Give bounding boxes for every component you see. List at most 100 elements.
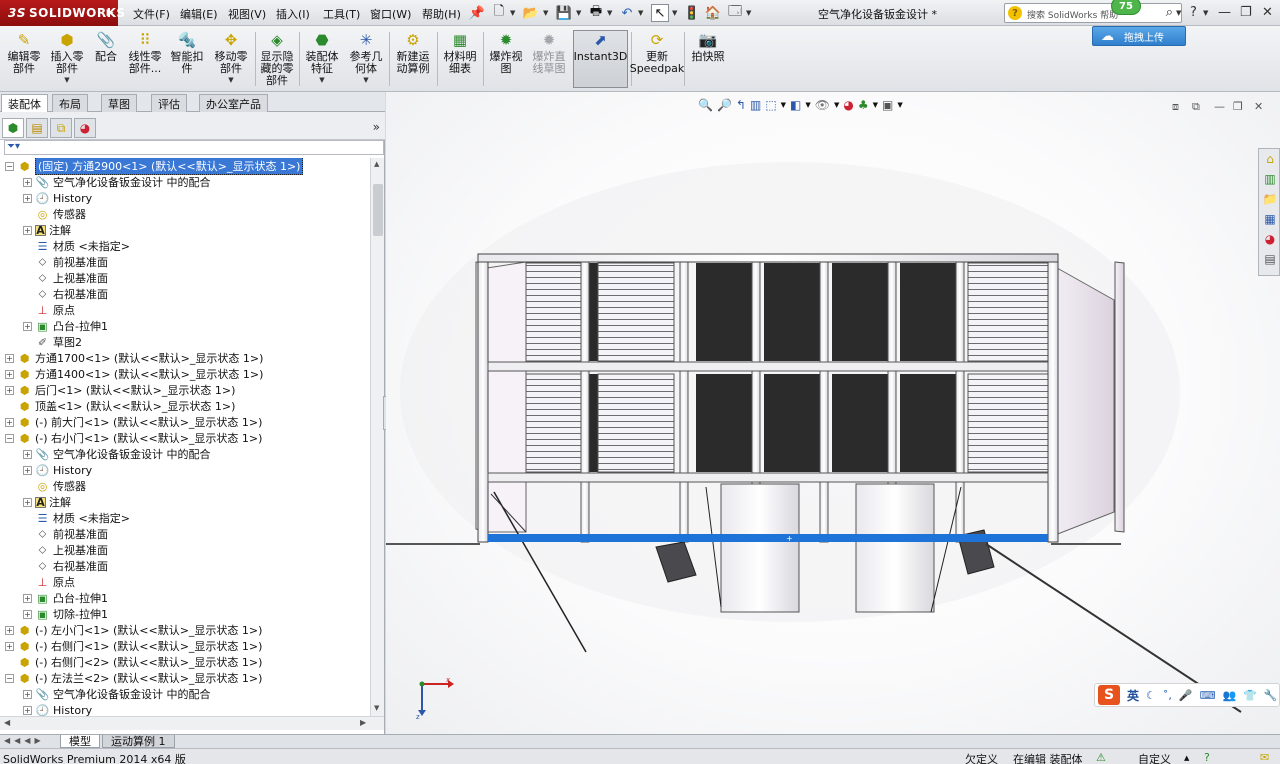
tree-item[interactable]: + A 注解: [23, 494, 71, 510]
tree-item[interactable]: ◎ 传感器: [23, 478, 86, 494]
wrench-icon[interactable]: 🔧: [1264, 689, 1278, 702]
scroll-thumb[interactable]: [373, 184, 383, 236]
instant3d-button[interactable]: ⬈ Instant3D: [574, 30, 628, 63]
tree-expander-icon[interactable]: +: [23, 177, 32, 187]
tree-item[interactable]: + ⬢ (-) 前大门<1> (默认<<默认>_显示状态 1>): [5, 414, 262, 430]
tree-item[interactable]: + ▣ 切除-拉伸1: [23, 606, 108, 622]
shirt-icon[interactable]: 👕: [1243, 689, 1257, 702]
tree-item[interactable]: + ▣ 凸台-拉伸1: [23, 318, 108, 334]
tree-expander-icon[interactable]: +: [23, 497, 32, 507]
tree-item[interactable]: + ⬢ 方通1700<1> (默认<<默认>_显示状态 1>): [5, 350, 263, 366]
new-dropdown-icon[interactable]: ▼: [510, 9, 515, 17]
rebuild-status-icon[interactable]: ⚠: [1096, 751, 1106, 764]
feature-manager-tab-icon[interactable]: ⬢: [2, 118, 24, 138]
tree-item[interactable]: + 🕘 History: [23, 462, 92, 478]
options-dropdown-icon[interactable]: ▼: [746, 9, 751, 17]
moon-icon[interactable]: ☾: [1146, 689, 1156, 702]
tree-item[interactable]: + ⬢ (-) 左小门<1> (默认<<默认>_显示状态 1>): [5, 622, 262, 638]
tree-item[interactable]: − ⬢ (固定) 方通2900<1> (默认<<默认>_显示状态 1>): [5, 158, 304, 175]
expand-panel-icon[interactable]: »: [373, 120, 380, 134]
move-component-button[interactable]: ✥ 移动零 部件 ▼: [210, 30, 252, 84]
tree-item[interactable]: ☰ 材质 <未指定>: [23, 238, 130, 254]
tree-item[interactable]: − ⬢ (-) 左法兰<2> (默认<<默认>_显示状态 1>): [5, 670, 262, 686]
edit-component-button[interactable]: ✎ 编辑零 部件: [5, 30, 43, 75]
linear-pattern-button[interactable]: ⠿ 线性零 部件...: [124, 30, 166, 75]
search-dropdown-icon[interactable]: ▼: [1176, 9, 1181, 17]
open-folder-icon[interactable]: 📂: [522, 4, 540, 22]
help-icon[interactable]: ?: [1190, 5, 1197, 20]
tree-expander-icon[interactable]: +: [23, 449, 32, 459]
minimize-icon[interactable]: —: [1218, 5, 1231, 20]
scroll-down-icon[interactable]: ▼: [374, 704, 379, 712]
tree-item[interactable]: ⬦ 上视基准面: [23, 542, 108, 558]
tree-expander-icon[interactable]: +: [23, 465, 32, 475]
tree-item[interactable]: ✐ 草图2: [23, 334, 82, 350]
selected-beam-highlight[interactable]: +: [488, 534, 1048, 543]
file-explorer-icon[interactable]: 📁: [1262, 191, 1278, 207]
tree-expander-icon[interactable]: −: [5, 161, 14, 171]
sogou-s-icon[interactable]: S: [1098, 685, 1120, 705]
update-speedpak-button[interactable]: ⟳ 更新 Speedpak: [630, 30, 685, 75]
tree-item[interactable]: + A 注解: [23, 222, 71, 238]
scroll-right-icon[interactable]: ▶: [360, 718, 366, 727]
menu-edit[interactable]: 编辑(E): [180, 6, 218, 22]
notification-icon[interactable]: ✉: [1260, 751, 1269, 764]
undo-icon[interactable]: ↶: [618, 4, 636, 22]
tree-item[interactable]: ◎ 传感器: [23, 206, 86, 222]
assembly-features-dropdown-icon[interactable]: ▼: [319, 76, 324, 84]
pin-icon[interactable]: 📌: [468, 4, 486, 22]
graphics-viewport[interactable]: 🔍 🔎 ↰ ▥ ⬚ ▼ ◧ ▼ 👁 ▼ ◕ ♣ ▼ ▣ ▼ ⧈ ⧉ — ❐ ✕: [386, 92, 1280, 734]
move-component-dropdown-icon[interactable]: ▼: [228, 76, 233, 84]
exploded-view-button[interactable]: ✹ 爆炸视 图: [486, 30, 526, 75]
tree-item[interactable]: − ⬢ (-) 右小门<1> (默认<<默认>_显示状态 1>): [5, 430, 262, 446]
tree-horizontal-scrollbar[interactable]: ◀ ▶: [0, 716, 384, 730]
open-dropdown-icon[interactable]: ▼: [543, 9, 548, 17]
save-icon[interactable]: 💾: [555, 4, 573, 22]
assembly-model[interactable]: +: [386, 92, 1280, 734]
tree-item[interactable]: ⊥ 原点: [23, 574, 75, 590]
tree-item[interactable]: ⬢ 顶盖<1> (默认<<默认>_显示状态 1>): [5, 398, 236, 414]
property-manager-tab-icon[interactable]: ▤: [26, 118, 48, 138]
resources-home-icon[interactable]: ⌂: [1262, 151, 1278, 167]
microphone-icon[interactable]: 🎤: [1179, 689, 1193, 702]
tree-expander-icon[interactable]: +: [23, 593, 32, 603]
tree-expander-icon[interactable]: +: [5, 385, 14, 395]
new-motion-study-button[interactable]: ⚙ 新建运 动算例: [393, 30, 433, 75]
search-input[interactable]: ? 搜索 SolidWorks 帮助 ⌕: [1004, 3, 1182, 23]
insert-component-dropdown-icon[interactable]: ▼: [64, 76, 69, 84]
tree-item[interactable]: + 📎 空气净化设备钣金设计 中的配合: [23, 174, 211, 190]
ime-language-toggle[interactable]: 英: [1127, 687, 1139, 704]
units-dropdown-icon[interactable]: ▲: [1184, 754, 1189, 762]
tree-expander-icon[interactable]: +: [23, 193, 32, 203]
insert-component-button[interactable]: ⬢ 插入零 部件 ▼: [47, 30, 87, 84]
restore-icon[interactable]: ❐: [1240, 5, 1252, 20]
tree-expander-icon[interactable]: +: [23, 609, 32, 619]
file-properties-icon[interactable]: 🏠: [704, 4, 722, 22]
menu-insert[interactable]: 插入(I): [276, 6, 310, 22]
tab-motion-study-1[interactable]: 运动算例 1: [102, 735, 175, 748]
tree-expander-icon[interactable]: −: [5, 673, 14, 683]
reference-geometry-dropdown-icon[interactable]: ▼: [363, 76, 368, 84]
filter-funnel-icon[interactable]: ⏷▾: [7, 141, 20, 152]
mate-button[interactable]: 📎 配合: [92, 30, 120, 63]
menu-help[interactable]: 帮助(H): [422, 6, 461, 22]
search-icon[interactable]: ⌕: [1166, 5, 1173, 20]
traffic-light-icon[interactable]: 🚦: [683, 4, 701, 22]
tab-model[interactable]: 模型: [60, 735, 100, 748]
tree-expander-icon[interactable]: +: [23, 689, 32, 699]
tab-layout[interactable]: 布局: [52, 94, 88, 112]
tree-item[interactable]: ⊥ 原点: [23, 302, 75, 318]
configuration-manager-tab-icon[interactable]: ⧉: [50, 118, 72, 138]
tree-expander-icon[interactable]: +: [5, 641, 14, 651]
tree-expander-icon[interactable]: +: [23, 225, 32, 235]
status-custom-units[interactable]: 自定义: [1138, 751, 1171, 764]
assembly-features-button[interactable]: ⬣ 装配体 特征 ▼: [302, 30, 342, 84]
print-icon[interactable]: 🖶: [587, 4, 605, 22]
save-dropdown-icon[interactable]: ▼: [576, 9, 581, 17]
tree-expander-icon[interactable]: +: [5, 369, 14, 379]
take-snapshot-button[interactable]: 📷 拍快照: [687, 30, 729, 63]
appearances-scenes-icon[interactable]: ◕: [1262, 231, 1278, 247]
tree-item[interactable]: + ⬢ 后门<1> (默认<<默认>_显示状态 1>): [5, 382, 235, 398]
undo-dropdown-icon[interactable]: ▼: [638, 9, 643, 17]
tree-expander-icon[interactable]: +: [5, 417, 14, 427]
